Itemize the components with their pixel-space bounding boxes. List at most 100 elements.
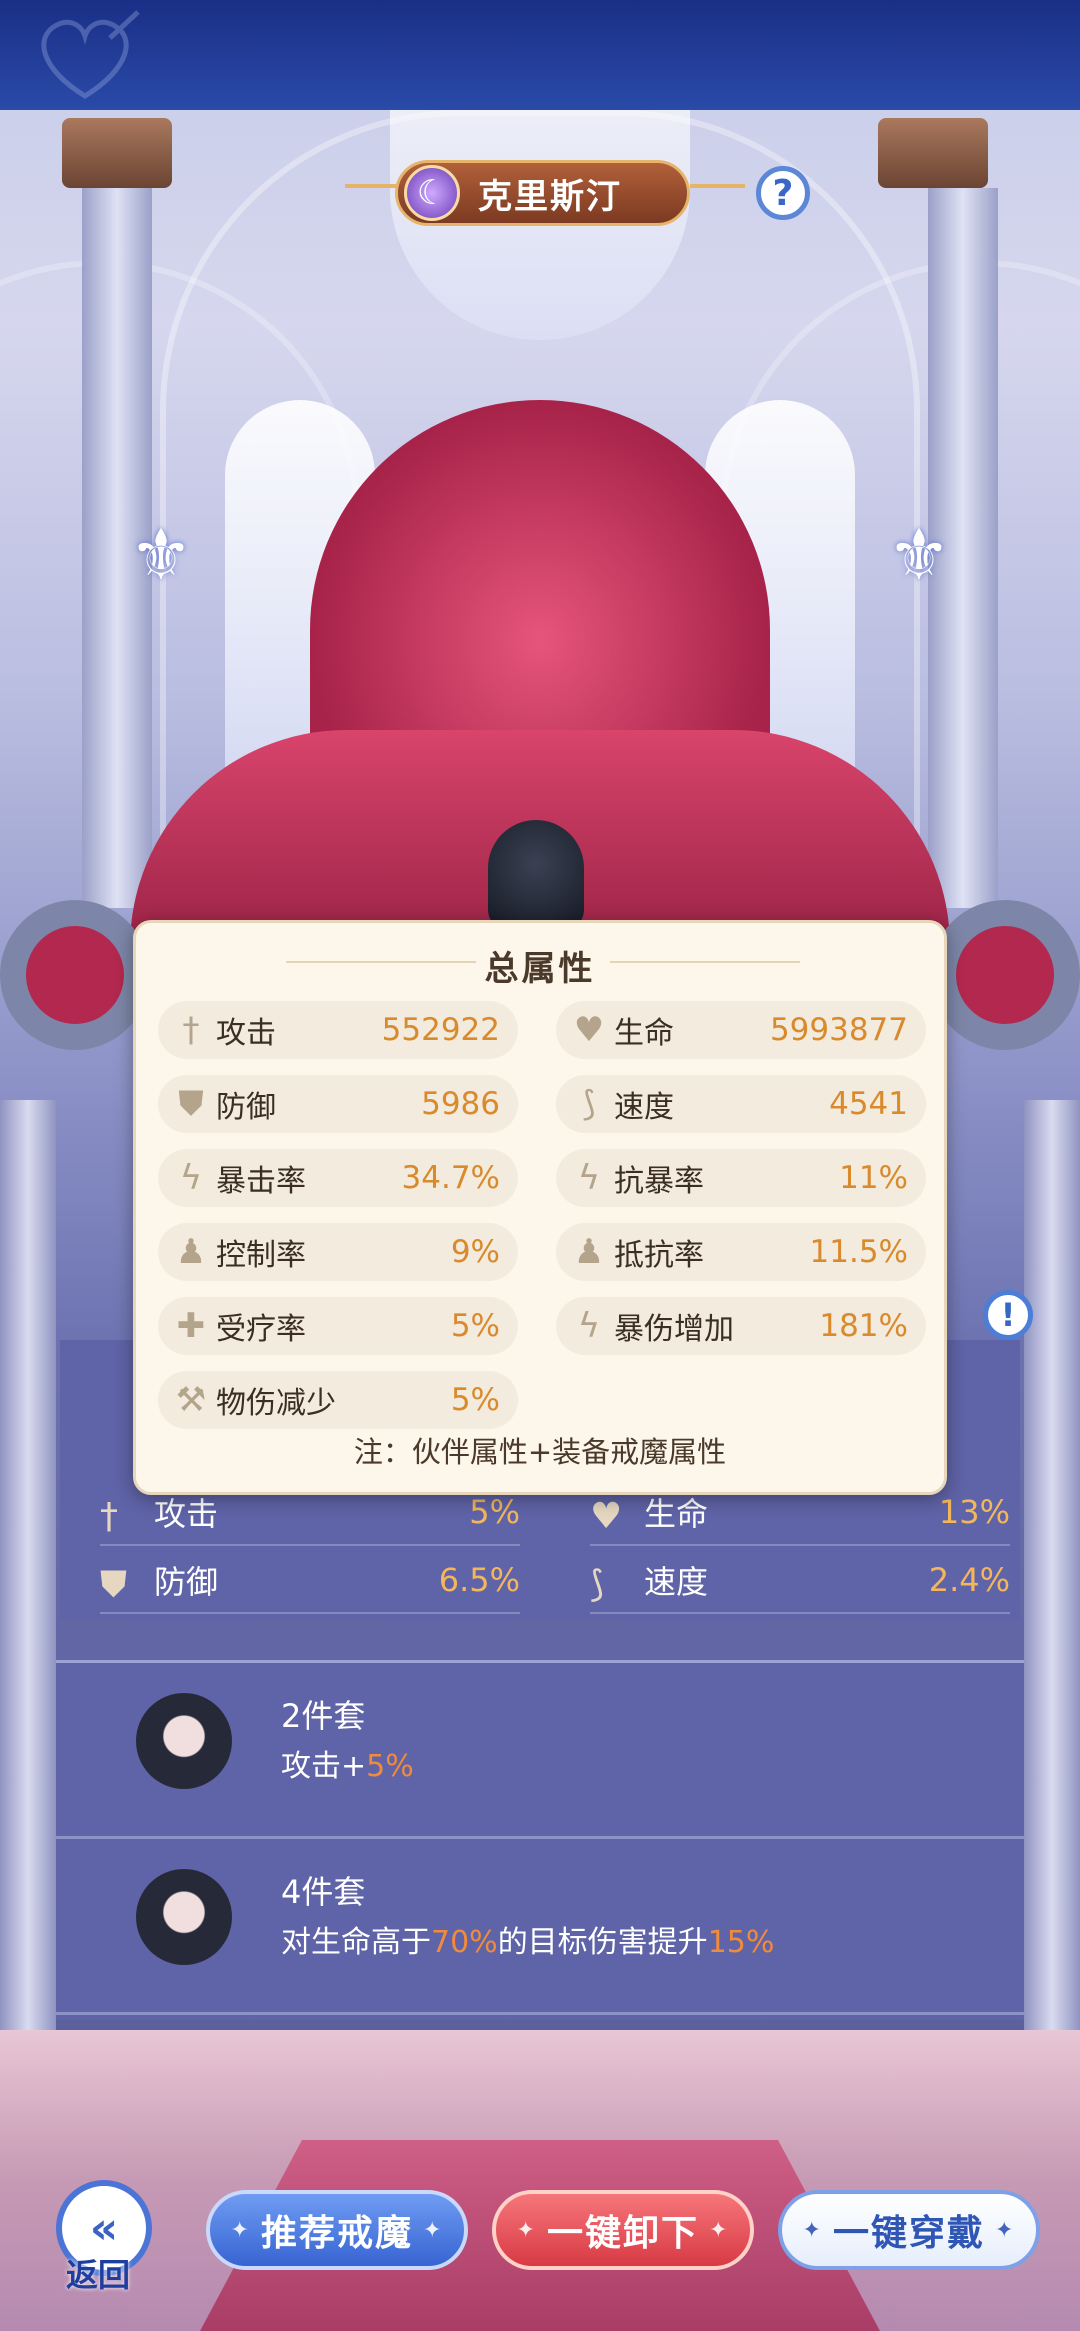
sword-icon: † (100, 1495, 118, 1537)
stat-resist-rate: ♟ 抵抗率 11.5% (556, 1223, 926, 1281)
popup-note: 注：伙伴属性+装备戒魔属性 (353, 1435, 727, 1469)
set-title: 2件套 (281, 1697, 366, 1735)
spark-icon: ✦ (516, 2217, 537, 2243)
stat-value: 9% (450, 1234, 500, 1270)
fleur-icon-left: ⚜ (129, 514, 193, 596)
stat-hp: ♥ 生命 5993877 (556, 1001, 926, 1059)
spark-icon: ✦ (230, 2217, 251, 2243)
crit-resist-icon: ϟ (577, 1158, 601, 1198)
set-description: 对生命高于70%的目标伤害提升15% (281, 1925, 775, 1960)
side-pillar-left (0, 1100, 56, 2030)
stat-control-rate: ♟ 控制率 9% (158, 1223, 518, 1281)
character-name: 克里斯汀 (478, 176, 622, 217)
list-item: 4件套 对生命高于70%的目标伤害提升15% (56, 1839, 1024, 2015)
equipment-stat-row: ⟆ 速度 2.4% (590, 1548, 1010, 1614)
equipment-stat-row: ⛊ 防御 6.5% (100, 1548, 520, 1614)
sword-icon: † (182, 1010, 200, 1050)
equipment-stat-label: 攻击 (154, 1494, 219, 1533)
character-name-bar: ☾ 克里斯汀 (395, 160, 690, 226)
fleur-icon-right: ⚜ (887, 514, 951, 596)
list-item: 2件套 攻击+5% (56, 1663, 1024, 1839)
set-title: 4件套 (281, 1873, 366, 1911)
equipment-stat-label: 防御 (154, 1562, 219, 1601)
physical-reduction-icon: ⚒ (175, 1380, 207, 1420)
background-scene: ☾ 克里斯汀 ? ⚜ ⚜ † 攻击 5% ♥ 生命 13% ⛊ 防御 6.5% ⟆ 速度… (0, 0, 1080, 2331)
crit-damage-icon: ϟ (577, 1306, 601, 1346)
help-button[interactable]: ? (756, 166, 810, 220)
stat-crit-resist: ϟ 抗暴率 11% (556, 1149, 926, 1207)
name-flourish-left (345, 184, 400, 188)
stat-physical-reduction: ⚒ 物伤减少 5% (158, 1371, 518, 1429)
heart-icon: ♥ (573, 1010, 605, 1050)
stat-value: 181% (819, 1308, 908, 1344)
pillar-capital-right (878, 118, 988, 188)
stat-label: 抗暴率 (614, 1164, 704, 1199)
stat-value: 552922 (381, 1012, 500, 1048)
equipment-stat-value: 6.5% (438, 1561, 520, 1599)
side-pillar-right (1024, 1100, 1080, 2030)
set-description: 攻击+5% (281, 1749, 414, 1784)
boot-icon: ⟆ (590, 1563, 605, 1605)
equip-all-button[interactable]: ✦ 一键穿戴 ✦ (778, 2190, 1040, 2270)
heart-icon: ♥ (590, 1495, 623, 1537)
name-flourish-right (690, 184, 745, 188)
set-bonus-list: 2件套 攻击+5% 4件套 对生命高于70%的目标伤害提升15% (56, 1660, 1024, 2020)
stat-crit-damage: ϟ 暴伤增加 181% (556, 1297, 926, 1355)
recommend-label: 推荐戒魔 (260, 2213, 413, 2254)
stat-attack: † 攻击 552922 (158, 1001, 518, 1059)
info-icon[interactable]: ! (983, 1290, 1033, 1340)
stat-label: 防御 (216, 1090, 276, 1125)
avatar (136, 1693, 232, 1789)
stat-label: 物伤减少 (216, 1386, 336, 1421)
stat-value: 5% (450, 1382, 500, 1418)
stat-defense: ⛊ 防御 5986 (158, 1075, 518, 1133)
stat-label: 受疗率 (216, 1312, 306, 1347)
spark-icon: ✦ (802, 2217, 823, 2243)
top-bar (0, 0, 1080, 110)
throne-arm-left (0, 900, 150, 1050)
shield-icon: ⛊ (178, 1084, 204, 1124)
stat-value: 5986 (421, 1086, 500, 1122)
recommend-button[interactable]: ✦ 推荐戒魔 ✦ (206, 2190, 468, 2270)
stat-label: 暴击率 (216, 1164, 306, 1199)
heal-icon: ✚ (176, 1306, 206, 1346)
spark-icon: ✦ (995, 2217, 1016, 2243)
throne-arm-right (930, 900, 1080, 1050)
heart-wing-icon (41, 10, 140, 99)
control-icon: ♟ (175, 1232, 207, 1272)
equipment-stat-label: 速度 (644, 1562, 709, 1601)
equipment-stat-value: 2.4% (928, 1561, 1010, 1599)
crit-icon: ϟ (179, 1158, 203, 1198)
equipment-stat-value: 13% (938, 1493, 1010, 1531)
popup-title: 总属性 (484, 949, 596, 989)
pillar-capital-left (62, 118, 172, 188)
stat-crit-rate: ϟ 暴击率 34.7% (158, 1149, 518, 1207)
back-label[interactable]: 返回 (66, 2250, 130, 2296)
stat-value: 11% (839, 1160, 908, 1196)
boot-icon: ⟆ (582, 1084, 596, 1124)
stat-heal-rate: ✚ 受疗率 5% (158, 1297, 518, 1355)
equipment-stat-value: 5% (469, 1493, 520, 1531)
unequip-label: 一键卸下 (546, 2213, 699, 2254)
resist-icon: ♟ (573, 1232, 605, 1272)
equip-label: 一键穿戴 (832, 2213, 985, 2254)
stat-label: 暴伤增加 (614, 1312, 734, 1347)
stat-value: 34.7% (401, 1160, 500, 1196)
avatar (136, 1869, 232, 1965)
spark-icon: ✦ (709, 2217, 730, 2243)
moon-icon: ☾ (404, 165, 460, 221)
stat-label: 速度 (614, 1090, 674, 1125)
stat-value: 5993877 (769, 1012, 908, 1048)
character-sprite[interactable] (488, 820, 584, 930)
stat-label: 生命 (614, 1016, 674, 1051)
stat-label: 控制率 (216, 1238, 306, 1273)
stat-value: 11.5% (809, 1234, 908, 1270)
stat-speed: ⟆ 速度 4541 (556, 1075, 926, 1133)
spark-icon: ✦ (423, 2217, 444, 2243)
stat-value: 4541 (829, 1086, 908, 1122)
stat-label: 攻击 (216, 1016, 276, 1051)
shield-icon: ⛊ (100, 1563, 128, 1605)
stat-value: 5% (450, 1308, 500, 1344)
unequip-all-button[interactable]: ✦ 一键卸下 ✦ (492, 2190, 754, 2270)
total-attributes-popup[interactable]: 总属性 † 攻击 552922 ♥ 生命 5993877 ⛊ 防御 5986 ⟆… (133, 920, 947, 1495)
